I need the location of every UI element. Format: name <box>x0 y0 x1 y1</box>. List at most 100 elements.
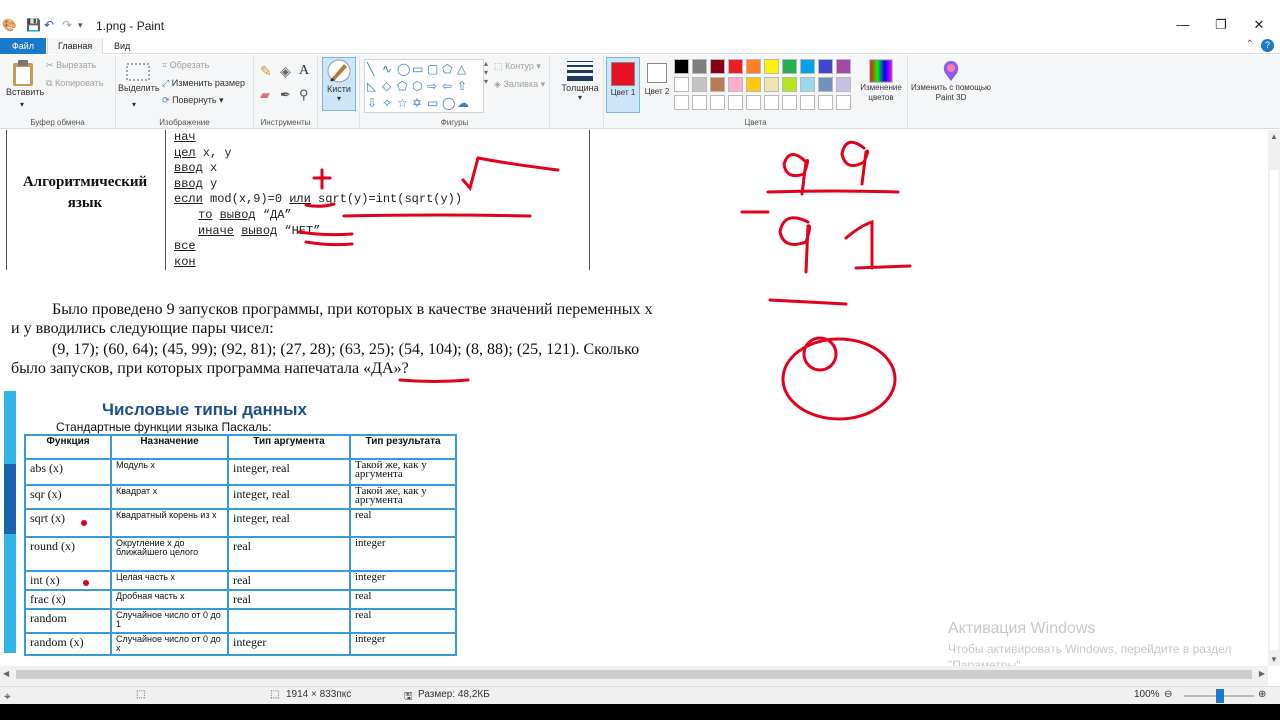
arrow-left-shape-icon[interactable]: ⇦ <box>442 79 452 93</box>
select-button[interactable]: Выделить <box>118 61 160 93</box>
palette-swatch[interactable] <box>800 59 815 74</box>
star6-shape-icon[interactable]: ✡ <box>412 96 422 110</box>
vertical-scroll-thumb[interactable] <box>1270 170 1278 650</box>
palette-swatch[interactable] <box>836 77 851 92</box>
palette-swatch[interactable] <box>728 77 743 92</box>
palette-swatch[interactable] <box>674 59 689 74</box>
custom-color-slot[interactable] <box>836 95 851 110</box>
tab-home[interactable]: Главная <box>47 38 104 54</box>
custom-color-slot[interactable] <box>764 95 779 110</box>
crop-button[interactable]: ⌗ Обрезать <box>162 60 209 71</box>
custom-color-slot[interactable] <box>800 95 815 110</box>
palette-swatch[interactable] <box>710 77 725 92</box>
color-picker-icon[interactable]: ✒ <box>280 87 291 103</box>
palette-swatch[interactable] <box>692 59 707 74</box>
palette-swatch[interactable] <box>728 59 743 74</box>
copy-button[interactable]: ⧉ Копировать <box>46 78 103 89</box>
color1-button[interactable]: Цвет 1 <box>606 57 640 113</box>
line-shape-icon[interactable]: ╲ <box>367 62 374 76</box>
minimize-button[interactable]: — <box>1168 17 1198 32</box>
star5-shape-icon[interactable]: ☆ <box>397 96 408 110</box>
palette-swatch[interactable] <box>674 77 689 92</box>
palette-swatch[interactable] <box>746 77 761 92</box>
custom-color-slot[interactable] <box>782 95 797 110</box>
size-button[interactable]: Толщина ▾ <box>560 59 600 102</box>
scroll-down-icon[interactable]: ▼ <box>1270 655 1278 664</box>
oval-shape-icon[interactable]: ◯ <box>397 62 410 76</box>
resize-button[interactable]: ⤢ Изменить размер <box>162 78 245 89</box>
pencil-icon[interactable]: ✎ <box>260 63 272 80</box>
rectangle-shape-icon[interactable]: ▭ <box>412 62 423 76</box>
select-dropdown-icon[interactable]: ▾ <box>132 100 136 109</box>
palette-swatch[interactable] <box>836 59 851 74</box>
undo-icon[interactable]: ↶ <box>44 18 54 32</box>
custom-color-slot[interactable] <box>818 95 833 110</box>
custom-color-slot[interactable] <box>710 95 725 110</box>
brushes-button[interactable]: Кисти ▾ <box>322 57 356 111</box>
zoom-slider-thumb[interactable] <box>1216 689 1224 703</box>
paste-button[interactable]: Вставить <box>6 59 44 97</box>
image-dimensions: 1914 × 833пкс <box>286 689 352 700</box>
right-triangle-shape-icon[interactable]: ◺ <box>367 79 376 93</box>
polygon-shape-icon[interactable]: ⬠ <box>442 62 452 76</box>
palette-swatch[interactable] <box>818 59 833 74</box>
callout-rect-shape-icon[interactable]: ▭ <box>427 96 438 110</box>
horizontal-scroll-thumb[interactable] <box>16 670 1252 679</box>
maximize-button[interactable]: ❐ <box>1206 17 1236 33</box>
pentagon-shape-icon[interactable]: ⬠ <box>397 79 407 93</box>
outline-button[interactable]: ⬚ Контур ▾ <box>494 61 541 72</box>
rotate-button[interactable]: ⟳ Повернуть ▾ <box>162 95 224 106</box>
custom-color-slot[interactable] <box>692 95 707 110</box>
arrow-down-shape-icon[interactable]: ⇩ <box>367 96 377 110</box>
palette-swatch[interactable] <box>800 77 815 92</box>
palette-swatch[interactable] <box>692 77 707 92</box>
tab-file[interactable]: Файл <box>0 38 46 54</box>
save-icon[interactable]: 💾 <box>26 18 41 32</box>
horizontal-scrollbar[interactable]: ◀ ▶ <box>0 666 1268 686</box>
hexagon-shape-icon[interactable]: ⬡ <box>412 79 422 93</box>
shapes-scroll-icon[interactable]: ▴ ▾ ▾ <box>484 59 488 86</box>
palette-swatch[interactable] <box>764 59 779 74</box>
magnifier-icon[interactable]: ⚲ <box>299 87 309 103</box>
scroll-right-icon[interactable]: ▶ <box>1259 669 1265 678</box>
close-button[interactable]: ✕ <box>1244 17 1274 33</box>
scroll-up-icon[interactable]: ▲ <box>1270 132 1278 141</box>
collapse-ribbon-icon[interactable]: ⌃ <box>1246 39 1254 50</box>
custom-color-slot[interactable] <box>746 95 761 110</box>
cut-button[interactable]: ✂ Вырезать <box>46 60 96 71</box>
palette-swatch[interactable] <box>710 59 725 74</box>
diamond-shape-icon[interactable]: ◇ <box>382 79 391 93</box>
custom-color-slot[interactable] <box>728 95 743 110</box>
scroll-left-icon[interactable]: ◀ <box>3 669 9 678</box>
arrow-up-shape-icon[interactable]: ⇧ <box>457 79 467 93</box>
vertical-scrollbar[interactable]: ▲ ▼ <box>1268 130 1280 666</box>
palette-swatch[interactable] <box>782 77 797 92</box>
rounded-rect-shape-icon[interactable]: ▢ <box>427 62 438 76</box>
palette-swatch[interactable] <box>746 59 761 74</box>
curve-shape-icon[interactable]: ∿ <box>382 62 392 76</box>
redo-icon[interactable]: ↷ <box>62 18 72 32</box>
drawing-canvas[interactable]: Алгоритмический язык нач цел x, y ввод x… <box>0 130 1268 666</box>
fill-button[interactable]: ◈ Заливка ▾ <box>494 79 545 90</box>
palette-swatch[interactable] <box>782 59 797 74</box>
help-icon[interactable]: ? <box>1261 39 1274 52</box>
star4-shape-icon[interactable]: ✧ <box>382 96 392 110</box>
edit-colors-button[interactable]: Изменение цветов <box>856 59 906 103</box>
custom-color-slot[interactable] <box>674 95 689 110</box>
palette-swatch[interactable] <box>764 77 779 92</box>
palette-swatch[interactable] <box>818 77 833 92</box>
callout-oval-shape-icon[interactable]: ◯ <box>442 96 455 110</box>
callout-cloud-shape-icon[interactable]: ☁ <box>457 96 469 110</box>
zoom-out-icon[interactable]: ⊖ <box>1164 689 1172 700</box>
arrow-right-shape-icon[interactable]: ⇨ <box>427 79 437 93</box>
zoom-in-icon[interactable]: ⊕ <box>1258 689 1266 700</box>
tab-view[interactable]: Вид <box>104 38 140 54</box>
color2-button[interactable]: Цвет 2 <box>642 57 672 113</box>
triangle-shape-icon[interactable]: △ <box>457 62 466 76</box>
eraser-icon[interactable]: ▰ <box>260 87 270 103</box>
paint3d-button[interactable]: Изменить с помощью Paint 3D <box>910 59 992 103</box>
paste-dropdown-icon[interactable]: ▾ <box>20 100 24 109</box>
quick-access-dropdown-icon[interactable]: ▾ <box>78 20 83 31</box>
text-tool-icon[interactable]: A <box>299 63 309 79</box>
fill-bucket-icon[interactable]: ◈ <box>280 63 291 80</box>
